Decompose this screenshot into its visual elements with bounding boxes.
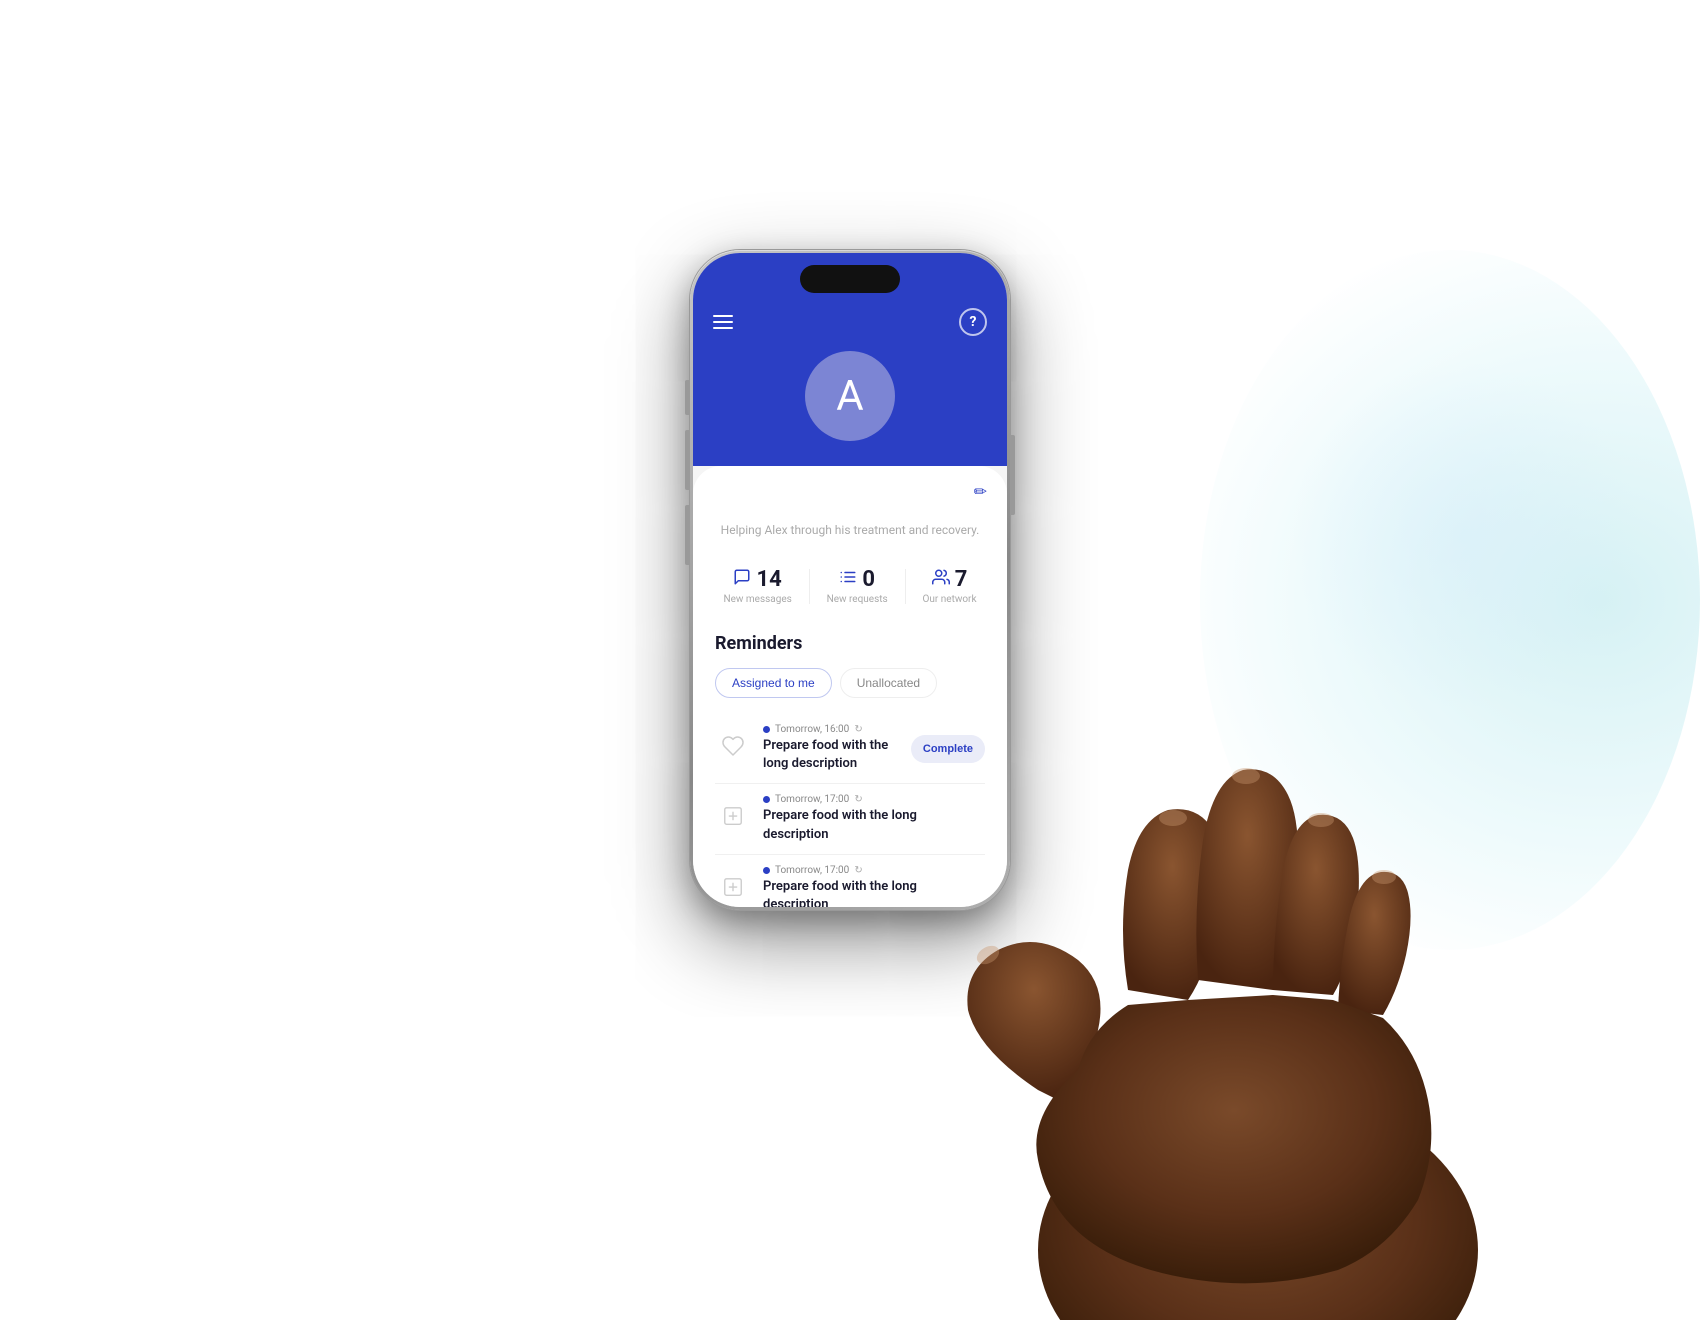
requests-count: 0 — [862, 567, 875, 592]
repeat-icon-2: ↻ — [854, 794, 862, 805]
reminder-time-1: Tomorrow, 16:00 — [775, 724, 849, 735]
reminder-dot-3 — [763, 867, 770, 874]
reminder-item-1: Tomorrow, 16:00 ↻ Prepare food with the … — [715, 714, 985, 784]
requests-label: New requests — [827, 594, 888, 605]
hamburger-line-1 — [713, 315, 733, 317]
reminder-icon-medical-3 — [715, 869, 751, 905]
help-button[interactable]: ? — [959, 308, 987, 336]
bg-blob-1 — [1200, 250, 1700, 950]
stat-divider-2 — [905, 569, 906, 604]
network-label: Our network — [922, 594, 976, 605]
phone-device: ? A ✏ — [690, 250, 1010, 910]
phone-screen: ? A ✏ — [693, 253, 1007, 907]
phone-shell: ? A ✏ — [690, 250, 1010, 910]
reminder-icon-handshake — [715, 728, 751, 764]
stat-requests[interactable]: 0 New requests — [827, 567, 888, 605]
reminders-tabs: Assigned to me Unallocated — [715, 668, 985, 698]
reminder-icon-medical-2 — [715, 798, 751, 834]
reminder-content-3: Tomorrow, 17:00 ↻ Prepare food with the … — [763, 865, 985, 907]
avatar-letter: A — [836, 372, 863, 421]
complete-button-1[interactable]: Complete — [911, 735, 985, 763]
repeat-icon-3: ↻ — [854, 865, 862, 876]
reminder-time-2: Tomorrow, 17:00 — [775, 794, 849, 805]
side-button-silent — [685, 380, 689, 415]
reminders-section: Reminders Assigned to me Unallocated — [715, 633, 985, 907]
profile-subtitle: Helping Alex through his treatment and r… — [715, 521, 985, 539]
reminder-item-2: Tomorrow, 17:00 ↻ Prepare food with the … — [715, 784, 985, 854]
scene: ? A ✏ — [0, 0, 1700, 1200]
network-icon — [932, 568, 950, 591]
stat-network[interactable]: 7 Our network — [922, 567, 976, 605]
reminder-time-3: Tomorrow, 17:00 — [775, 865, 849, 876]
messages-count: 14 — [756, 567, 781, 592]
reminder-content-1: Tomorrow, 16:00 ↻ Prepare food with the … — [763, 724, 899, 773]
stat-network-top: 7 — [932, 567, 968, 592]
reminder-dot-1 — [763, 726, 770, 733]
hamburger-line-2 — [713, 321, 733, 323]
reminder-item-3: Tomorrow, 17:00 ↻ Prepare food with the … — [715, 855, 985, 907]
reminder-desc-2: Prepare food with the long description — [763, 807, 985, 843]
stat-requests-top: 0 — [839, 567, 875, 592]
bg-blob-2 — [1290, 360, 1640, 710]
stats-row: 14 New messages — [715, 557, 985, 623]
edit-icon: ✏ — [974, 482, 987, 501]
hamburger-line-3 — [713, 327, 733, 329]
reminder-desc-1: Prepare food with the long description — [763, 737, 899, 773]
app-body: ✏ Helping Alex through his treatment and… — [693, 466, 1007, 907]
dynamic-island — [800, 265, 900, 293]
reminder-dot-2 — [763, 796, 770, 803]
header-top-bar: ? — [713, 308, 987, 336]
reminder-time-row-1: Tomorrow, 16:00 ↻ — [763, 724, 899, 735]
app-content: ? A ✏ — [693, 253, 1007, 907]
side-button-vol-up — [685, 430, 689, 490]
tab-assigned-to-me[interactable]: Assigned to me — [715, 668, 832, 698]
avatar: A — [805, 351, 895, 441]
messages-label: New messages — [723, 594, 791, 605]
repeat-icon-1: ↻ — [854, 724, 862, 735]
reminders-title: Reminders — [715, 633, 985, 654]
edit-button[interactable]: ✏ — [974, 482, 987, 501]
reminder-desc-3: Prepare food with the long description — [763, 878, 985, 907]
messages-icon — [733, 568, 751, 591]
reminder-content-2: Tomorrow, 17:00 ↻ Prepare food with the … — [763, 794, 985, 843]
side-button-vol-down — [685, 505, 689, 565]
network-count: 7 — [955, 567, 968, 592]
reminder-time-row-3: Tomorrow, 17:00 ↻ — [763, 865, 985, 876]
stat-divider-1 — [809, 569, 810, 604]
side-button-power — [1011, 435, 1015, 515]
reminder-time-row-2: Tomorrow, 17:00 ↻ — [763, 794, 985, 805]
hamburger-button[interactable] — [713, 315, 733, 329]
stat-messages[interactable]: 14 New messages — [723, 567, 791, 605]
help-icon: ? — [970, 314, 977, 330]
stat-messages-top: 14 — [733, 567, 781, 592]
requests-icon — [839, 568, 857, 591]
tab-unallocated[interactable]: Unallocated — [840, 668, 937, 698]
